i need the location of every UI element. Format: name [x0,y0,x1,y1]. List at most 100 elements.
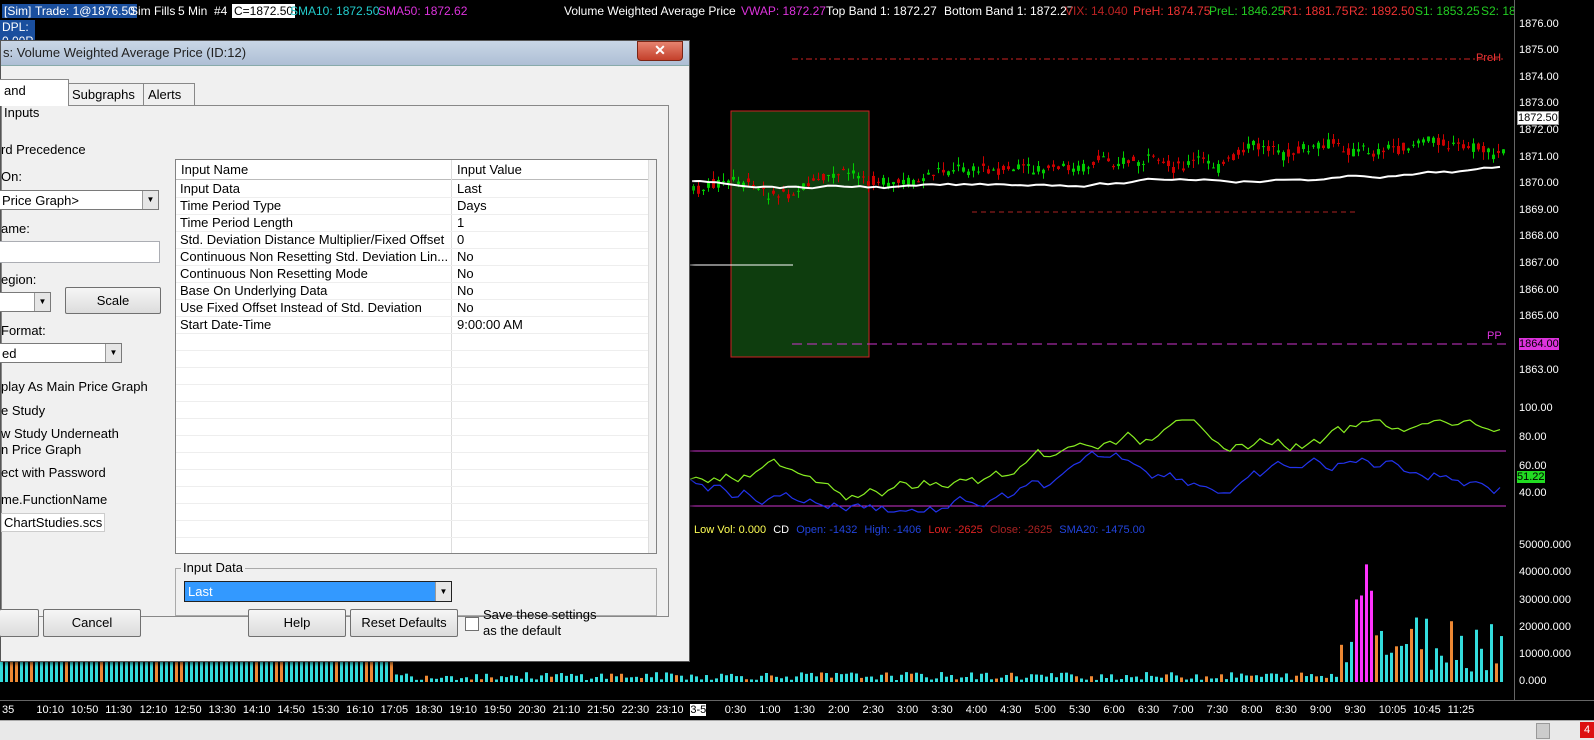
table-row[interactable]: Std. Deviation Distance Multiplier/Fixed… [176,231,656,249]
volume-bar [1125,675,1128,682]
input-value-cell[interactable]: Days [457,198,487,213]
volume-bar [740,676,743,682]
pp-label: PP [1487,330,1502,342]
table-row[interactable]: Time Period Length 1 [176,214,656,232]
candle-body [937,168,940,170]
table-row[interactable]: Use Fixed Offset Instead of Std. Deviati… [176,299,656,317]
input-value-cell[interactable]: No [457,249,474,264]
input-data-select[interactable]: Last ▼ [184,581,452,602]
table-row[interactable]: Continuous Non Resetting Std. Deviation … [176,248,656,266]
candle-body [1087,167,1090,169]
candle-body [1182,168,1185,171]
table-row[interactable]: Base On Underlying Data No [176,282,656,300]
volume-bar [1205,676,1208,682]
candle-body [897,179,900,183]
time-tick-label: 16:10 [346,704,374,716]
volume-bar [775,676,778,682]
input-value-cell[interactable]: Last [457,181,482,196]
input-value-cell[interactable]: No [457,300,474,315]
table-row[interactable]: Input Data Last [176,180,656,198]
volume-bar [1225,679,1228,682]
volume-bar [1370,590,1373,682]
candle-body [1227,157,1230,159]
chevron-down-icon[interactable]: ▼ [105,344,121,362]
input-value-cell[interactable]: No [457,283,474,298]
volume-bar [330,660,333,682]
candle-body [1112,165,1115,168]
volume-bar [705,675,708,682]
volume-bar [1275,673,1278,682]
grid-scrollbar[interactable] [648,160,656,553]
volume-bar [1415,617,1418,682]
volume-bar [1020,679,1023,682]
candle-body [1142,163,1145,165]
candle-body [1502,149,1505,154]
scale-button[interactable]: Scale [65,287,161,314]
volume-bar [695,676,698,682]
volume-tick-label: 10000.000 [1519,648,1571,660]
candle-body [1137,162,1140,166]
volume-bar [1480,648,1483,682]
volume-bar [810,672,813,682]
volume-bar [1090,676,1093,682]
candle-body [837,174,840,176]
price-tick-label: 1876.00 [1519,18,1559,30]
tab-alerts[interactable]: Alerts [143,83,195,106]
cancel-button[interactable]: Cancel [43,609,141,637]
table-row[interactable]: Time Period Type Days [176,197,656,215]
volume-bar [645,673,648,682]
inputs-grid[interactable]: Input Name Input Value Input Data Last Tim… [175,159,657,554]
vol-sma20: SMA20: -1475.00 [1059,524,1145,536]
candle-body [1377,149,1380,155]
scrollbar-thumb[interactable] [1536,723,1550,739]
status-bar: 4 [0,720,1594,740]
display-main-price-graph-checkbox[interactable]: play As Main Price Graph [1,379,148,394]
volume-bar [305,658,308,682]
candle-body [1217,164,1220,173]
time-tick-label: 8:30 [1275,704,1297,716]
tab-subgraphs[interactable]: Subgraphs [67,83,147,106]
alert-count-badge[interactable]: 4 [1580,722,1594,738]
hide-study-checkbox[interactable]: e Study [1,403,45,418]
volume-bar [675,675,678,682]
help-button[interactable]: Help [248,609,346,637]
price-tick-label: 1874.00 [1519,71,1559,83]
draw-underneath-checkbox[interactable]: w Study Underneath [1,426,119,441]
tab-settings-and-inputs[interactable]: and Inputs [0,79,69,120]
time-tick-label: 1:00 [759,704,781,716]
volume-bar [710,679,713,682]
volume-bar [400,675,403,682]
input-value-cell[interactable]: 9:00:00 AM [457,317,523,332]
oscillator-line [689,450,1501,513]
price-axis[interactable]: 1876.00 1875.00 1874.00 1873.00 1872.50 1872.… [1514,0,1594,705]
col-header-input-name[interactable]: Input Name [181,162,248,177]
save-default-checkbox[interactable] [465,617,479,631]
close-button[interactable]: ✕ [637,41,683,61]
based-on-select[interactable]: Price Graph> ▼ [0,190,159,210]
volume-bar [545,673,548,682]
chevron-down-icon[interactable]: ▼ [142,191,158,209]
input-value-cell[interactable]: 1 [457,215,464,230]
format-select[interactable]: ed ▼ [0,343,122,363]
reset-defaults-button[interactable]: Reset Defaults [350,609,458,637]
chevron-down-icon[interactable]: ▼ [435,582,451,601]
volume-bar [1465,668,1468,682]
input-value-cell[interactable]: 0 [457,232,464,247]
protect-password-checkbox[interactable]: ect with Password [1,465,106,480]
candle-body [1422,139,1425,143]
input-data-group-label: Input Data [181,560,245,575]
ok-button[interactable] [0,609,39,637]
dialog-title-bar[interactable]: s: Volume Weighted Average Price (ID:12) [1,41,689,66]
table-row[interactable]: Start Date-Time 9:00:00 AM [176,316,656,334]
volume-bar [1260,676,1263,682]
volume-bar [1115,679,1118,682]
table-row[interactable]: Continuous Non Resetting Mode No [176,265,656,283]
chevron-down-icon[interactable]: ▼ [34,293,50,311]
time-tick-label: 2:00 [828,704,850,716]
short-name-input[interactable] [0,241,160,263]
time-tick-label: 6:00 [1103,704,1125,716]
input-value-cell[interactable]: No [457,266,474,281]
candle-body [807,183,810,187]
col-header-input-value[interactable]: Input Value [457,162,522,177]
region-select[interactable]: ▼ [0,292,51,312]
